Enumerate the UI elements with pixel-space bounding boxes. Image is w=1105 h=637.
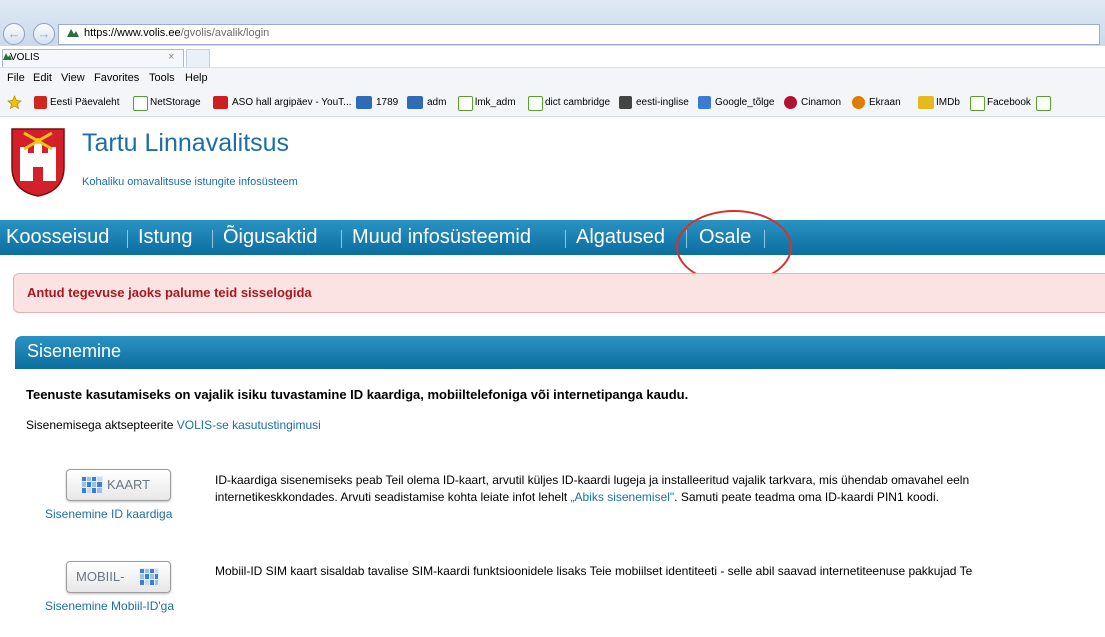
address-url: https://www.volis.ee/gvolis/avalik/login <box>84 27 269 39</box>
fav-dict-cambridge[interactable]: dict cambridge <box>545 97 610 108</box>
site-title[interactable]: Tartu Linnavalitsus <box>82 129 289 158</box>
tab-title: VOLIS <box>10 52 40 63</box>
forward-button[interactable]: → <box>33 23 55 45</box>
youtube-icon <box>213 96 228 109</box>
nav-algatused[interactable]: Algatused <box>576 226 665 249</box>
ie-page-icon <box>970 96 985 111</box>
dictionary-icon <box>619 96 632 109</box>
alert-message: Antud tegevuse jaoks palume teid sisselo… <box>27 285 312 300</box>
url-host: https://www.volis.ee <box>84 27 181 39</box>
nav-separator <box>565 230 566 248</box>
nav-separator <box>127 230 128 248</box>
terms-prefix: Sisenemisega aktsepteerite <box>26 418 177 432</box>
menu-tools[interactable]: Tools <box>149 72 175 84</box>
fav-facebook[interactable]: Facebook <box>987 97 1031 108</box>
menu-view[interactable]: View <box>61 72 85 84</box>
fav-netstorage[interactable]: NetStorage <box>150 97 201 108</box>
idcard-description-line2: internetikeskkondades. Arvuti seadistami… <box>215 488 939 506</box>
idcard-help-prefix: internetikeskkondades. Arvuti seadistami… <box>215 490 571 504</box>
tartu-coat-of-arms-logo[interactable] <box>10 127 66 197</box>
idcard-description-line1: ID-kaardiga sisenemiseks peab Teil olema… <box>215 473 970 487</box>
favorites-star-icon[interactable] <box>7 95 22 109</box>
fav-ekraan[interactable]: Ekraan <box>869 97 901 108</box>
bar-chart-icon <box>356 96 372 109</box>
login-panel-title: Sisenemine <box>27 341 122 361</box>
idcard-login-caption[interactable]: Sisenemine ID kaardiga <box>45 507 172 521</box>
chip-icon <box>81 476 103 494</box>
ie-page-icon <box>458 96 473 111</box>
ie-page-icon <box>1036 96 1051 111</box>
nav-separator <box>212 230 213 248</box>
menu-file[interactable]: File <box>7 72 25 84</box>
idcard-button-label: KAART <box>107 477 151 492</box>
translate-icon <box>698 96 711 109</box>
fav-cinamon[interactable]: Cinamon <box>801 97 841 108</box>
nav-oigusaktid[interactable]: Õigusaktid <box>223 226 318 249</box>
menu-favorites[interactable]: Favorites <box>94 72 139 84</box>
terms-line: Sisenemisega aktsepteerite VOLIS-se kasu… <box>26 418 321 432</box>
back-button[interactable]: ← <box>3 23 25 45</box>
chip-icon <box>139 568 159 586</box>
fav-lmk-adm[interactable]: lmk_adm <box>475 97 516 108</box>
imdb-icon <box>918 96 934 109</box>
ie-page-icon <box>528 96 543 111</box>
mobile-button-label: MOBIIL- <box>76 569 125 584</box>
ie-page-icon <box>133 96 148 111</box>
tab-close-icon[interactable]: × <box>168 51 174 63</box>
nav-muud-infosusteemid[interactable]: Muud infosüsteemid <box>352 226 531 249</box>
fav-imdb[interactable]: IMDb <box>936 97 960 108</box>
mobile-id-description: Mobiil-ID SIM kaart sisaldab tavalise SI… <box>215 564 973 578</box>
nav-separator <box>341 230 342 248</box>
nav-istung[interactable]: Istung <box>138 226 192 249</box>
bar-chart-icon <box>407 96 423 109</box>
fav-aso-youtube[interactable]: ASO hall argipäev - YouT... <box>232 97 352 108</box>
menu-edit[interactable]: Edit <box>33 72 52 84</box>
ekraan-icon <box>852 96 865 109</box>
mobile-id-login-caption[interactable]: Sisenemine Mobiil-ID'ga <box>45 599 174 613</box>
cinamon-icon <box>784 96 797 109</box>
url-path: /gvolis/avalik/login <box>180 27 270 39</box>
fav-eesti-paevaleht[interactable]: Eesti Päevaleht <box>50 97 120 108</box>
idcard-help-suffix: . Samuti peate teadma oma ID-kaardi PIN1… <box>674 490 939 504</box>
idcard-login-button[interactable]: KAART <box>66 469 171 501</box>
new-tab-button[interactable] <box>186 49 210 68</box>
site-subtitle: Kohaliku omavalitsuse istungite infosüst… <box>82 176 298 188</box>
menu-help[interactable]: Help <box>185 72 208 84</box>
fav-1789[interactable]: 1789 <box>376 97 398 108</box>
fav-adm[interactable]: adm <box>427 97 446 108</box>
mobile-id-login-button[interactable]: MOBIIL- <box>66 561 171 593</box>
nav-koosseisud[interactable]: Koosseisud <box>6 226 109 249</box>
abiks-sisenemisel-link[interactable]: „Abiks sisenemisel" <box>571 490 675 504</box>
terms-link[interactable]: VOLIS-se kasutustingimusi <box>177 418 321 432</box>
login-lead-text: Teenuste kasutamiseks on vajalik isiku t… <box>26 387 689 402</box>
site-favicon-icon <box>67 29 79 37</box>
login-panel-header <box>15 336 1105 369</box>
delfi-icon <box>34 96 47 109</box>
fav-eesti-inglise[interactable]: eesti-inglise <box>636 97 689 108</box>
fav-google-tolge[interactable]: Google_tõlge <box>715 97 775 108</box>
